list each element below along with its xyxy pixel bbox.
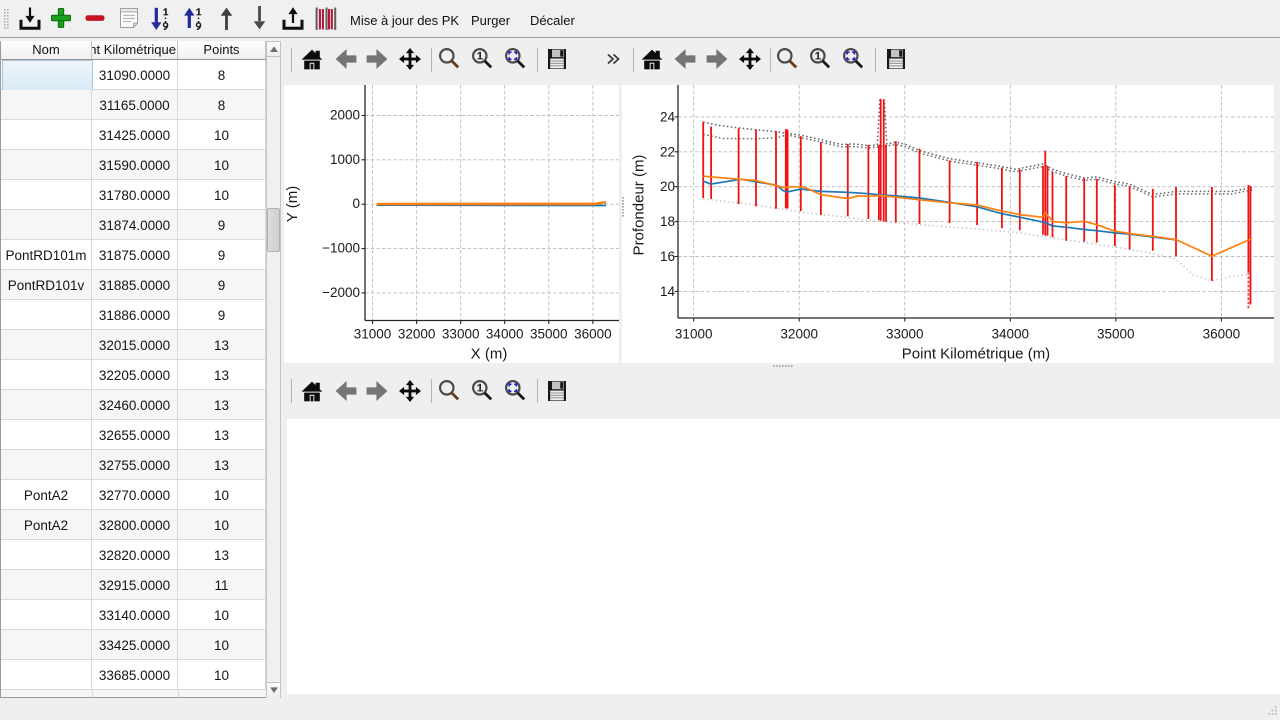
- svg-text:−2000: −2000: [322, 285, 360, 300]
- svg-text:32000: 32000: [780, 327, 818, 342]
- svg-text:32000: 32000: [398, 327, 436, 342]
- svg-text:14: 14: [660, 284, 676, 299]
- svg-text:1000: 1000: [330, 152, 360, 167]
- svg-text:22: 22: [660, 144, 675, 159]
- svg-text:34000: 34000: [486, 327, 524, 342]
- svg-text:33000: 33000: [886, 327, 924, 342]
- svg-text:33000: 33000: [442, 327, 480, 342]
- svg-text:2000: 2000: [330, 108, 360, 123]
- svg-text:35000: 35000: [1097, 327, 1135, 342]
- svg-text:35000: 35000: [530, 327, 568, 342]
- svg-text:24: 24: [660, 109, 676, 124]
- svg-text:X (m): X (m): [471, 346, 508, 363]
- svg-text:20: 20: [660, 179, 675, 194]
- svg-text:16: 16: [660, 249, 675, 264]
- svg-text:36000: 36000: [1203, 327, 1241, 342]
- svg-text:34000: 34000: [992, 327, 1030, 342]
- svg-text:0: 0: [352, 196, 360, 211]
- svg-text:31000: 31000: [675, 327, 713, 342]
- svg-text:36000: 36000: [574, 327, 612, 342]
- svg-text:Profondeur (m): Profondeur (m): [631, 155, 648, 256]
- svg-text:Point Kilométrique (m): Point Kilométrique (m): [902, 346, 1050, 363]
- svg-text:−1000: −1000: [322, 241, 360, 256]
- svg-text:18: 18: [660, 214, 675, 229]
- svg-text:Y (m): Y (m): [284, 186, 301, 222]
- svg-text:31000: 31000: [354, 327, 392, 342]
